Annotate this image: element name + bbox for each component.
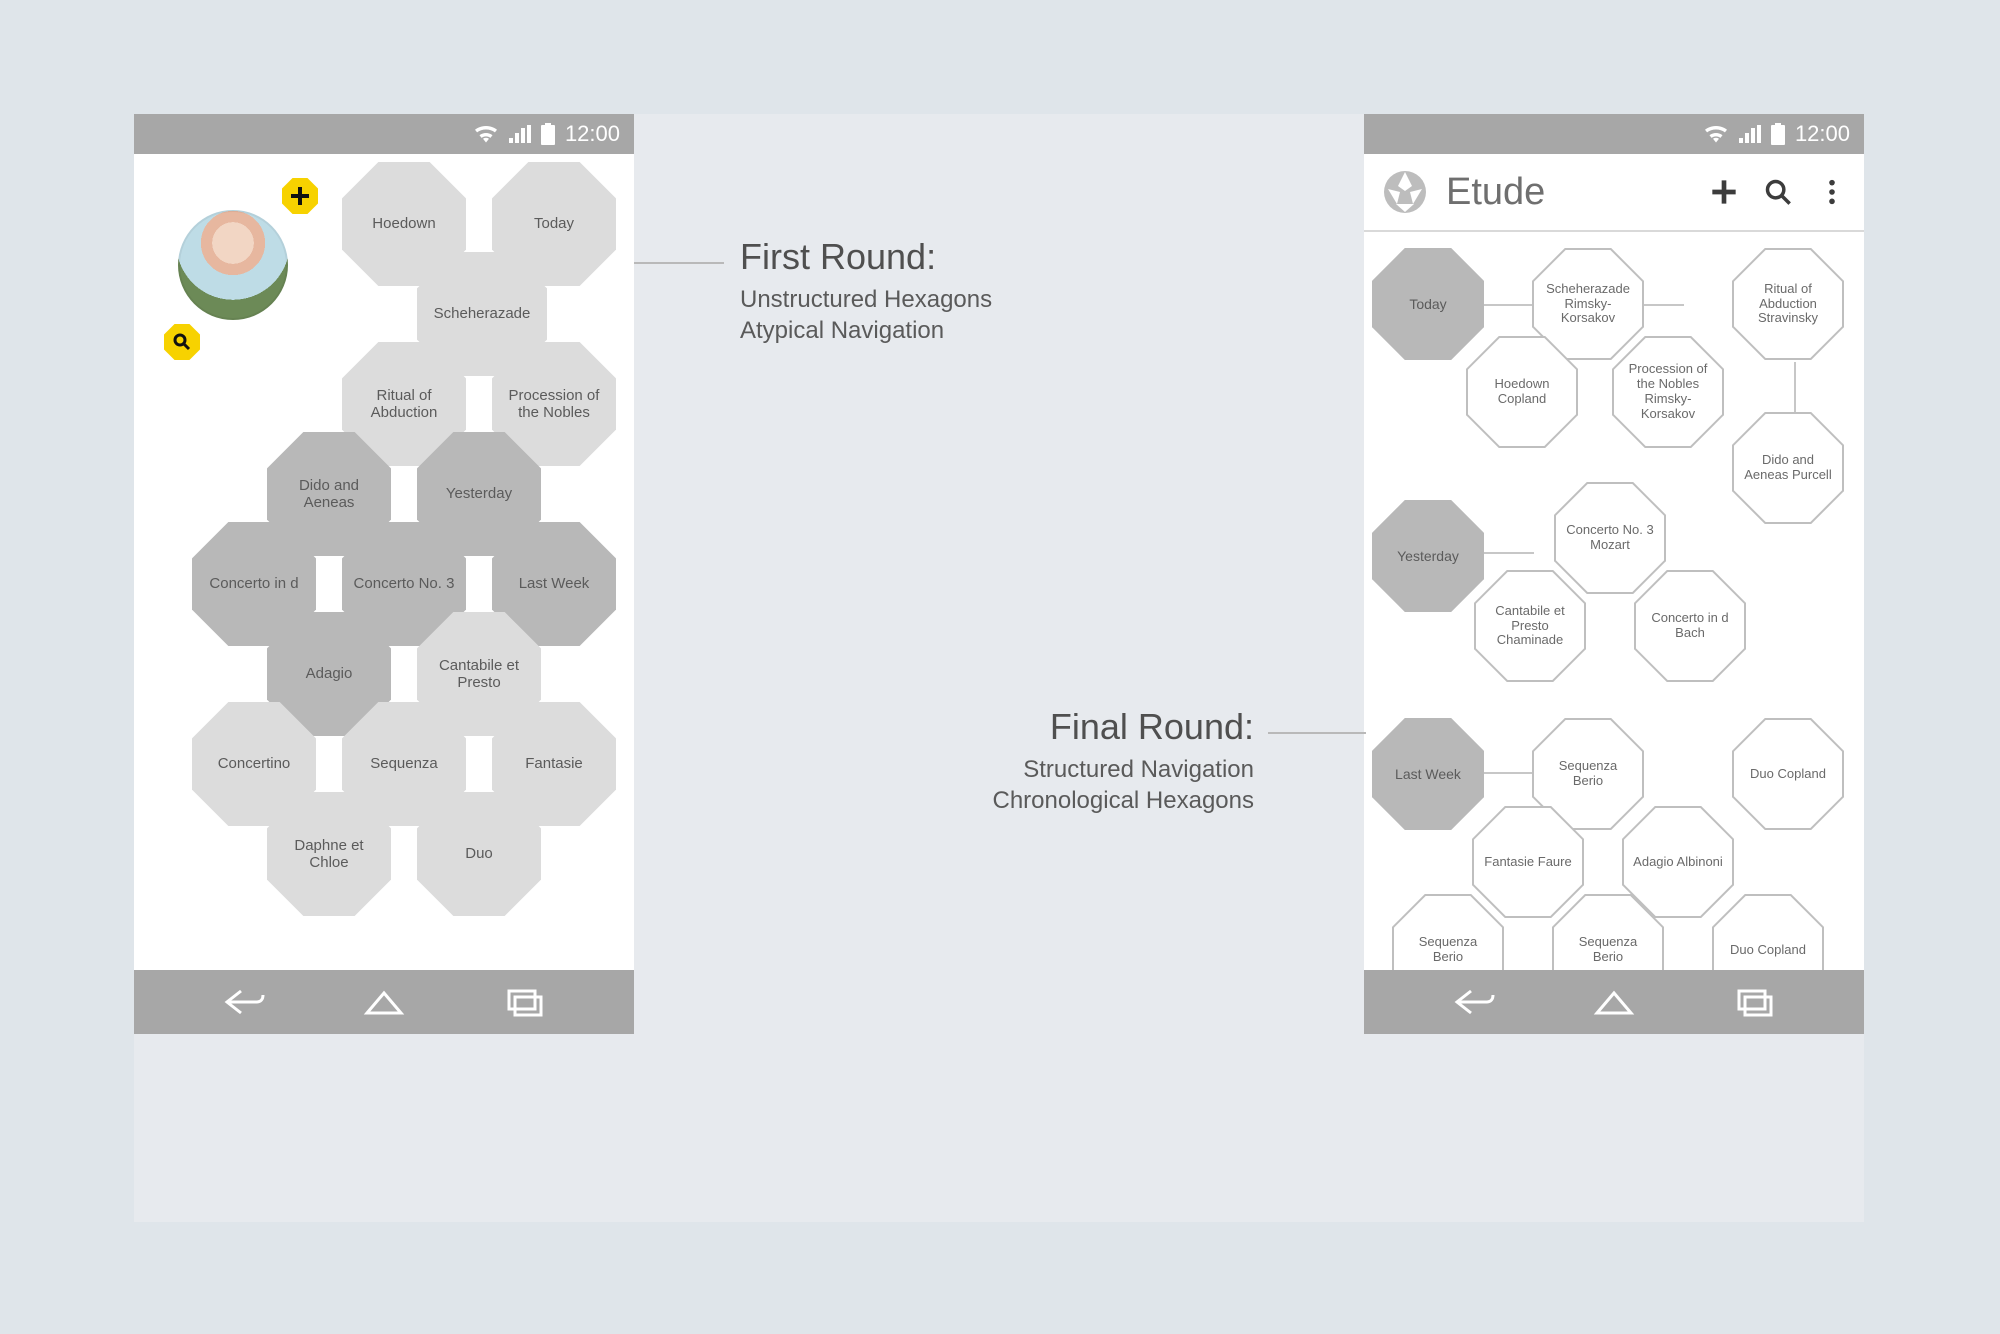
tile-label: Duo Copland	[1750, 767, 1826, 782]
home-icon[interactable]	[363, 987, 405, 1017]
overflow-icon[interactable]	[1818, 178, 1846, 206]
plus-icon	[291, 187, 309, 205]
caption-final: Final Round: Structured Navigation Chron…	[954, 706, 1254, 816]
tile-label: Concerto in d Bach	[1644, 611, 1736, 641]
right-canvas: Today Scheherazade Rimsky-Korsakov Ritua…	[1364, 232, 1864, 970]
recents-icon[interactable]	[1733, 987, 1775, 1017]
tile-label: Concerto No. 3	[354, 575, 455, 592]
tile-label: Fantasie Faure	[1484, 855, 1571, 870]
section-today[interactable]: Today	[1372, 248, 1484, 360]
search-icon[interactable]	[1764, 178, 1792, 206]
tile-label: Ritual of Abduction	[352, 387, 456, 422]
tile-label: Ritual of Abduction Stravinsky	[1742, 282, 1834, 327]
status-bar: 12:00	[1364, 114, 1864, 154]
app-logo-icon	[1382, 169, 1428, 215]
tile-label: Adagio	[306, 665, 353, 682]
caption-first: First Round: Unstructured Hexagons Atypi…	[740, 236, 992, 346]
status-time: 12:00	[565, 121, 620, 147]
signal-icon	[1739, 125, 1761, 143]
tile-fantasie[interactable]: Fantasie Faure	[1472, 806, 1584, 918]
tile-label: Concerto No. 3 Mozart	[1564, 523, 1656, 553]
phone-right: 12:00 Etude Today Scheherazade Rimsky	[1364, 114, 1864, 1034]
battery-icon	[1771, 123, 1785, 145]
status-bar: 12:00	[134, 114, 634, 154]
tile-cantabile[interactable]: Cantabile et Presto Chaminade	[1474, 570, 1586, 682]
tile-daphne[interactable]: Daphne et Chloe	[267, 792, 391, 916]
tile-label: Concertino	[218, 755, 291, 772]
android-navbar	[134, 970, 634, 1034]
tile-label: Duo Copland	[1730, 943, 1806, 958]
status-time: 12:00	[1795, 121, 1850, 147]
caption-title: First Round:	[740, 236, 992, 278]
phone-left: 12:00 Hoedown Today Scheherazade Ritual …	[134, 114, 634, 1034]
section-label: Last Week	[1395, 766, 1461, 782]
comparison-stage: 12:00 Hoedown Today Scheherazade Ritual …	[134, 114, 1864, 1222]
tile-label: Yesterday	[446, 485, 512, 502]
android-navbar	[1364, 970, 1864, 1034]
tile-sequenza2[interactable]: Sequenza Berio	[1392, 894, 1504, 970]
tile-ritual[interactable]: Ritual of Abduction Stravinsky	[1732, 248, 1844, 360]
tile-procession[interactable]: Procession of the Nobles Rimsky-Korsakov	[1612, 336, 1724, 448]
tile-label: Sequenza Berio	[1542, 759, 1634, 789]
tile-label: Sequenza	[370, 755, 438, 772]
tile-label: Duo	[465, 845, 493, 862]
tile-label: Procession of the Nobles Rimsky-Korsakov	[1622, 362, 1714, 422]
tile-duo[interactable]: Duo	[417, 792, 541, 916]
tile-hoedown[interactable]: Hoedown Copland	[1466, 336, 1578, 448]
tile-label: Procession of the Nobles	[502, 387, 606, 422]
tile-concerto3[interactable]: Concerto No. 3 Mozart	[1554, 482, 1666, 594]
section-yesterday[interactable]: Yesterday	[1372, 500, 1484, 612]
section-lastweek[interactable]: Last Week	[1372, 718, 1484, 830]
tile-label: Hoedown Copland	[1476, 377, 1568, 407]
tile-label: Concerto in d	[209, 575, 298, 592]
tile-label: Dido and Aeneas	[277, 477, 381, 512]
battery-icon	[541, 123, 555, 145]
leader-line	[1268, 732, 1366, 734]
caption-line: Atypical Navigation	[740, 315, 992, 346]
leader-line	[634, 262, 724, 264]
signal-icon	[509, 125, 531, 143]
tile-label: Sequenza Berio	[1562, 935, 1654, 965]
tile-duo2[interactable]: Duo Copland	[1712, 894, 1824, 970]
back-icon[interactable]	[1453, 987, 1495, 1017]
tile-label: Cantabile et Presto Chaminade	[1484, 604, 1576, 649]
tile-label: Scheherazade Rimsky-Korsakov	[1542, 282, 1634, 327]
tile-label: Daphne et Chloe	[277, 837, 381, 872]
back-icon[interactable]	[223, 987, 265, 1017]
tile-label: Adagio Albinoni	[1633, 855, 1723, 870]
search-badge[interactable]	[164, 324, 200, 360]
tile-duo[interactable]: Duo Copland	[1732, 718, 1844, 830]
magnify-icon	[173, 333, 191, 351]
left-canvas: Hoedown Today Scheherazade Ritual of Abd…	[134, 154, 634, 970]
section-label: Yesterday	[1397, 548, 1459, 564]
tile-label: Scheherazade	[434, 305, 531, 322]
app-title: Etude	[1446, 171, 1692, 214]
add-icon[interactable]	[1710, 178, 1738, 206]
tile-label: Last Week	[519, 575, 590, 592]
tile-label: Dido and Aeneas Purcell	[1742, 453, 1834, 483]
caption-title: Final Round:	[954, 706, 1254, 748]
tile-label: Sequenza Berio	[1402, 935, 1494, 965]
section-label: Today	[1409, 296, 1446, 312]
app-bar: Etude	[1364, 154, 1864, 232]
tile-dido[interactable]: Dido and Aeneas Purcell	[1732, 412, 1844, 524]
tile-label: Cantabile et Presto	[427, 657, 531, 692]
tile-concerto-d[interactable]: Concerto in d Bach	[1634, 570, 1746, 682]
tile-label: Today	[534, 215, 574, 232]
caption-line: Unstructured Hexagons	[740, 284, 992, 315]
add-badge[interactable]	[282, 178, 318, 214]
recents-icon[interactable]	[503, 987, 545, 1017]
wifi-icon	[1703, 124, 1729, 144]
home-icon[interactable]	[1593, 987, 1635, 1017]
tile-label: Hoedown	[372, 215, 435, 232]
wifi-icon	[473, 124, 499, 144]
avatar[interactable]	[178, 210, 288, 320]
tile-adagio[interactable]: Adagio Albinoni	[1622, 806, 1734, 918]
caption-line: Structured Navigation	[954, 754, 1254, 785]
tile-label: Fantasie	[525, 755, 583, 772]
caption-line: Chronological Hexagons	[954, 785, 1254, 816]
